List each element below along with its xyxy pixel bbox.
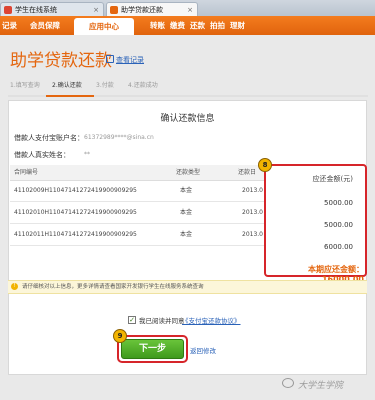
header-amount: 应还金额(元) <box>312 175 353 183</box>
agreement-link[interactable]: 《支付宝还款协议》 <box>182 315 241 325</box>
page-title: 助学贷款还款 <box>10 51 112 71</box>
repay-date: 2013.0 <box>242 209 263 216</box>
amount-value: 5000.00 <box>324 221 353 229</box>
step-3: 3.付款 <box>96 82 114 89</box>
nav-item-records[interactable]: 记录 <box>2 16 17 35</box>
repay-date: 2013.0 <box>242 231 263 238</box>
contract-number: 41102009H11047141272419900909295 <box>14 187 137 194</box>
table-row: 41102010H11047141272419900909295 本金 2013… <box>10 202 266 224</box>
agree-text: 我已阅读并同意 <box>139 317 185 325</box>
info-icon: ! <box>11 283 18 290</box>
records-icon <box>106 55 114 63</box>
step-2-active: 2.确认还款 <box>52 82 82 89</box>
alipay-icon <box>110 6 118 14</box>
nav-item-repay[interactable]: 还款 <box>190 16 205 35</box>
step-1: 1.填写查询 <box>10 82 40 89</box>
nav-item-pay[interactable]: 缴费 <box>170 16 185 35</box>
step-progress-active <box>46 95 94 97</box>
payer-value: 61372989****@sina.cn <box>84 134 154 141</box>
panel-title: 确认还款信息 <box>160 114 215 124</box>
step-4: 4.还款成功 <box>128 82 158 89</box>
header-date: 还款日 <box>238 169 257 176</box>
nav-item-transfer[interactable]: 转账 <box>150 16 165 35</box>
next-step-button[interactable]: 下一步 <box>121 339 184 359</box>
browser-tab-student-online[interactable]: 学生在线系统 × <box>0 2 104 16</box>
contract-number: 41102010H11047141272419900909295 <box>14 209 137 216</box>
amount-highlight-box: 应还金额(元) 5000.00 5000.00 6000.00 <box>264 164 367 277</box>
repay-type: 本金 <box>180 209 193 216</box>
repay-type: 本金 <box>180 231 193 238</box>
tab-label: 学生在线系统 <box>15 6 57 14</box>
close-icon[interactable]: × <box>187 3 193 17</box>
step-indicator: 1.填写查询 2.确认还款 3.付款 4.还款成功 <box>8 80 368 94</box>
repay-type: 本金 <box>180 187 193 194</box>
name-value: ** <box>84 151 90 158</box>
repay-date: 2013.0 <box>242 187 263 194</box>
total-label: 本期应还金额： <box>308 265 364 274</box>
tab-label: 助学贷款还款 <box>121 6 163 14</box>
notice-bar: 请仔细核对以上信息，更多详情请查看国家开发银行学生在线服务系统查询 <box>8 280 367 294</box>
back-modify-link[interactable]: 返回修改 <box>190 345 216 355</box>
table-row: 41102009H11047141272419900909295 本金 2013… <box>10 180 266 202</box>
browser-tab-loan-repayment[interactable]: 助学贷款还款 × <box>106 2 198 16</box>
nav-item-auction[interactable]: 拍拍 <box>210 16 225 35</box>
site-icon <box>4 6 12 14</box>
amount-value: 6000.00 <box>324 243 353 251</box>
watermark: 大学生学院 <box>298 381 344 391</box>
contract-number: 41102011H11047141272419900909295 <box>14 231 137 238</box>
wechat-icon <box>282 378 294 388</box>
name-label: 借款人真实姓名： <box>14 151 70 159</box>
nav-item-app-center[interactable]: 应用中心 <box>74 18 134 35</box>
agree-checkbox[interactable]: ✓ <box>128 316 136 324</box>
header-contract: 合同编号 <box>14 169 39 176</box>
main-nav: 记录 会员保障 应用中心 转账 缴费 还款 拍拍 理财 <box>0 16 375 35</box>
header-type: 还款类型 <box>176 169 201 176</box>
amount-value: 5000.00 <box>324 199 353 207</box>
browser-tab-bar: 学生在线系统 × 助学贷款还款 × <box>0 0 375 16</box>
payer-label: 借款人支付宝账户名： <box>14 134 84 142</box>
step-badge-8: 8 <box>258 158 272 172</box>
close-icon[interactable]: × <box>93 3 99 17</box>
table-row: 41102011H11047141272419900909295 本金 2013… <box>10 224 266 246</box>
view-records-link[interactable]: 查看记录 <box>116 55 144 65</box>
nav-item-member[interactable]: 会员保障 <box>30 16 60 35</box>
nav-item-finance[interactable]: 理财 <box>230 16 245 35</box>
step-badge-9: 9 <box>113 329 127 343</box>
